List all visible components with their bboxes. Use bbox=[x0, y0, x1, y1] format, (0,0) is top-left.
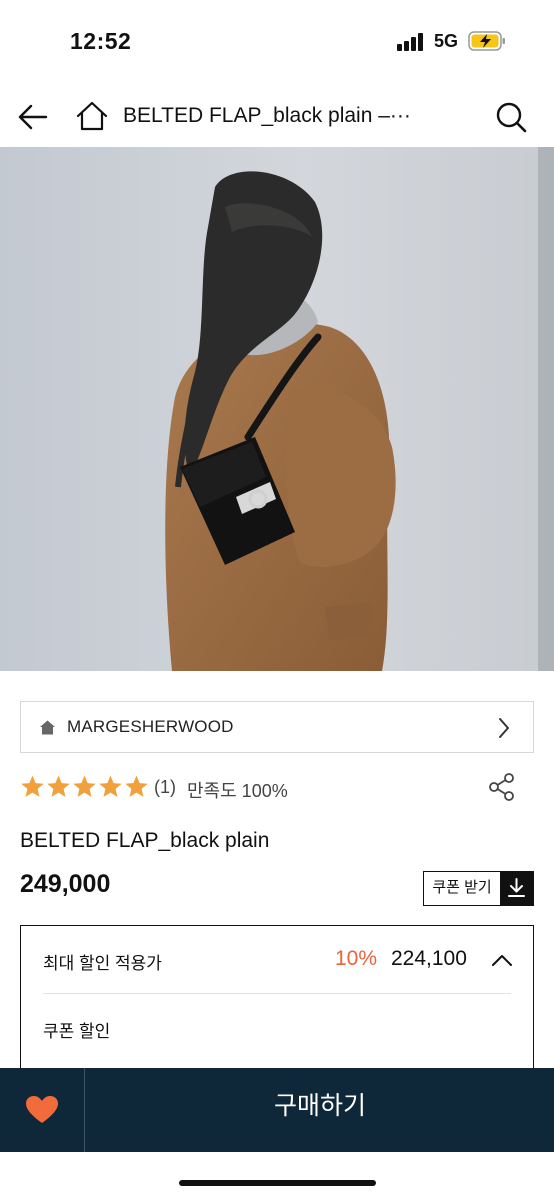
search-icon[interactable] bbox=[493, 99, 529, 135]
home-indicator[interactable] bbox=[179, 1180, 376, 1186]
chevron-right-icon bbox=[499, 718, 509, 738]
product-photo-illustration bbox=[0, 147, 554, 671]
star-icon bbox=[47, 775, 70, 797]
product-name: BELTED FLAP_black plain bbox=[20, 829, 270, 852]
max-discount-label: 최대 할인 적용가 bbox=[43, 954, 162, 973]
coupon-button-label: 쿠폰 받기 bbox=[432, 879, 492, 896]
buy-button[interactable]: 구매하기 bbox=[86, 1068, 554, 1152]
home-icon[interactable] bbox=[74, 98, 110, 134]
product-price: 249,000 bbox=[20, 870, 111, 898]
back-arrow-icon[interactable] bbox=[16, 100, 50, 134]
bottom-action-bar: 구매하기 bbox=[0, 1068, 554, 1152]
nav-bar: BELTED FLAP_black plain –··· bbox=[0, 88, 554, 146]
rating-stars[interactable] bbox=[20, 774, 149, 800]
brand-name: MARGESHERWOOD bbox=[67, 717, 234, 736]
wishlist-button[interactable] bbox=[0, 1068, 85, 1152]
discount-rate: 10% bbox=[335, 947, 378, 970]
heart-icon bbox=[26, 1096, 58, 1123]
coupon-download-button[interactable]: 쿠폰 받기 bbox=[423, 871, 534, 906]
star-icon bbox=[125, 775, 148, 797]
review-count[interactable]: (1) bbox=[154, 777, 176, 798]
download-icon bbox=[500, 872, 533, 905]
discount-price: 224,100 bbox=[391, 947, 467, 970]
chevron-up-icon[interactable] bbox=[491, 952, 513, 968]
status-bar: 12:52 5G bbox=[0, 0, 554, 80]
status-time: 12:52 bbox=[70, 28, 132, 54]
satisfaction-text: 만족도 100% bbox=[187, 781, 288, 801]
star-icon bbox=[99, 775, 122, 797]
divider bbox=[43, 993, 511, 994]
cellular-signal-icon bbox=[397, 33, 427, 51]
brand-link[interactable]: MARGESHERWOOD bbox=[20, 701, 534, 753]
rating-row: (1) 만족도 100% bbox=[20, 772, 534, 804]
star-icon bbox=[73, 775, 96, 797]
battery-charging-icon bbox=[468, 31, 505, 51]
coupon-discount-label: 쿠폰 할인 bbox=[43, 1022, 111, 1041]
network-label: 5G bbox=[434, 31, 459, 51]
share-icon[interactable] bbox=[488, 772, 516, 802]
page-title: BELTED FLAP_black plain –··· bbox=[123, 104, 411, 127]
product-photo[interactable] bbox=[0, 147, 554, 671]
discount-panel: 최대 할인 적용가 10% 224,100 쿠폰 할인 bbox=[20, 925, 534, 1085]
star-icon bbox=[21, 775, 44, 797]
brand-home-icon bbox=[40, 720, 55, 735]
